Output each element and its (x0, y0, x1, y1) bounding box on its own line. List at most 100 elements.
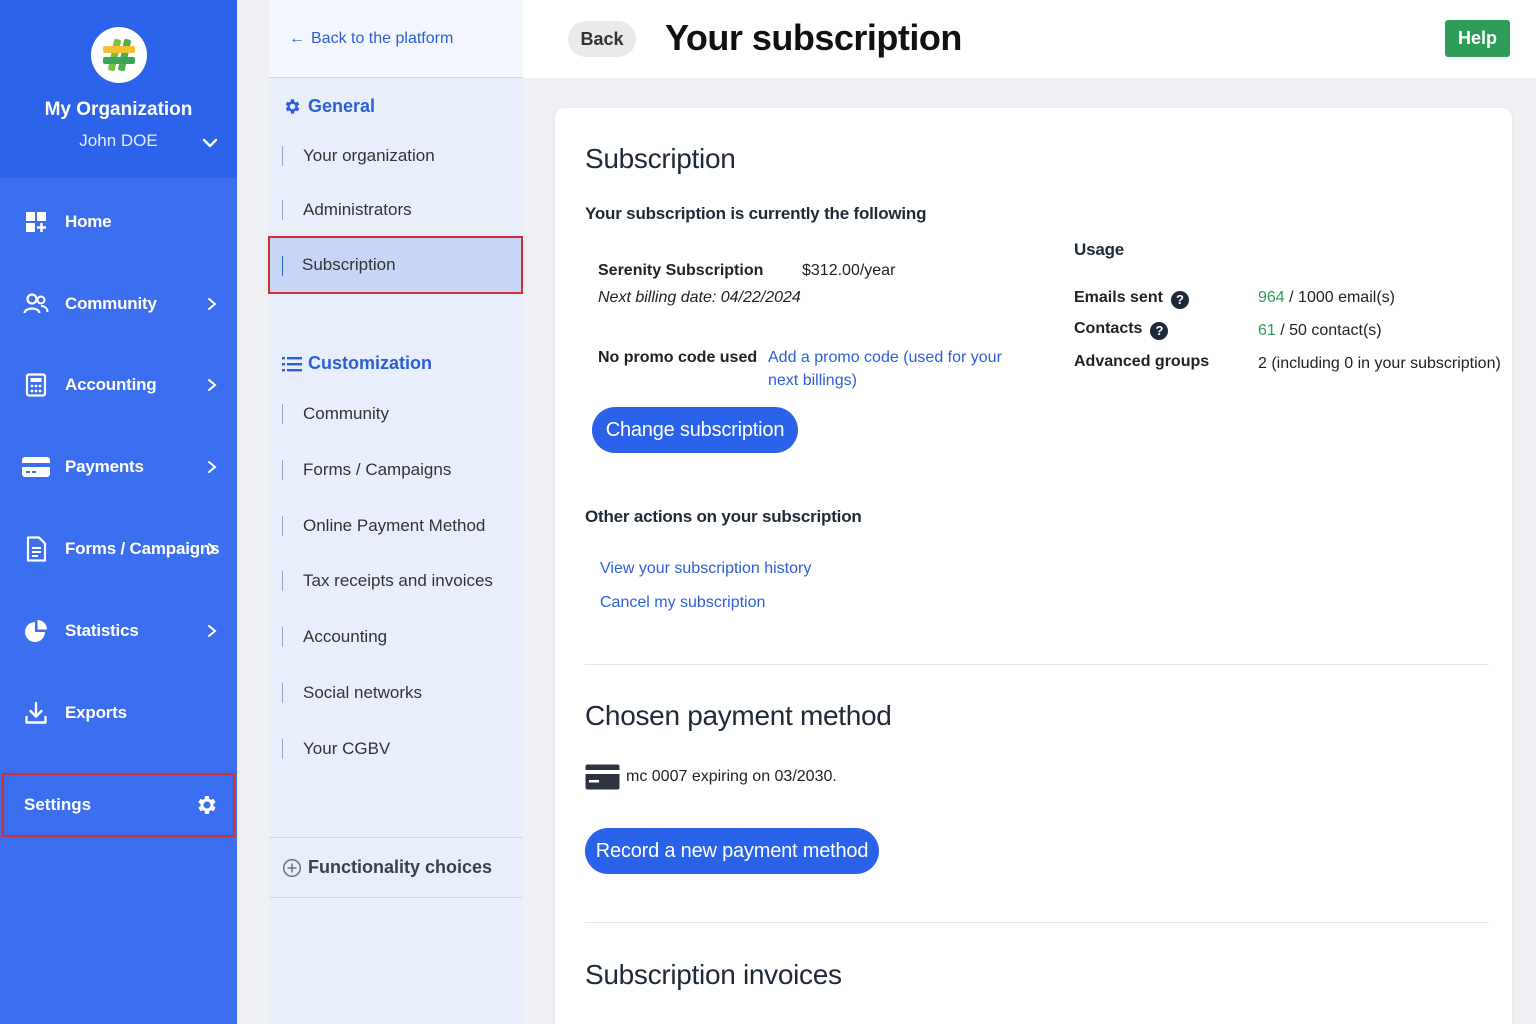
nav-statistics-label: Statistics (65, 621, 139, 640)
advanced-groups-label: Advanced groups (1074, 353, 1210, 370)
advanced-groups-value: 2 (including 0 in your subscription) (1258, 355, 1501, 372)
organization-name: My Organization (44, 99, 193, 120)
subnav-label: Tax receipts and invoices (303, 571, 493, 590)
subnav-indent-bar (282, 739, 283, 759)
organization-header[interactable]: My Organization John DOE (0, 0, 237, 178)
contacts-label: Contacts? (1074, 320, 1169, 340)
cancel-subscription-link[interactable]: Cancel my subscription (600, 591, 765, 614)
nav-home[interactable]: Home (0, 197, 237, 247)
nav-exports-label: Exports (65, 703, 127, 722)
subnav-indent-bar (282, 256, 283, 276)
arrow-left-icon: ← (289, 29, 305, 47)
other-actions-title: Other actions on your subscription (585, 507, 862, 526)
page-title: Your subscription (665, 17, 962, 58)
subnav-your-organization[interactable]: Your organization (269, 136, 523, 176)
nav-community[interactable]: Community (0, 279, 237, 329)
promo-status: No promo code used (598, 349, 758, 366)
section-divider (585, 664, 1489, 665)
subnav-label: Online Payment Method (303, 516, 486, 535)
plan-price: $312.00/year (802, 262, 896, 279)
subnav-label: Administrators (303, 200, 412, 219)
chevron-right-icon (208, 543, 217, 555)
subscription-history-link[interactable]: View your subscription history (600, 557, 811, 580)
nav-community-label: Community (65, 294, 157, 313)
subnav-indent-bar (282, 460, 283, 480)
nav-accounting-label: Accounting (65, 375, 157, 394)
subscription-card: Subscription Your subscription is curren… (555, 108, 1512, 1024)
organization-logo (90, 27, 147, 83)
change-subscription-button[interactable]: Change subscription (592, 407, 798, 453)
record-payment-method-button[interactable]: Record a new payment method (585, 828, 879, 874)
page-header: Back Your subscription Help (523, 0, 1536, 78)
nav-settings[interactable]: Settings (2, 773, 235, 837)
section-customization-title: Customization (282, 353, 432, 374)
contacts-limit: / 50 contact(s) (1275, 322, 1382, 339)
subnav-online-payment-method[interactable]: Online Payment Method (269, 506, 523, 546)
chevron-right-icon (208, 298, 217, 310)
gear-icon (282, 97, 302, 117)
subnav-label: Forms / Campaigns (303, 460, 452, 479)
nav-payments[interactable]: Payments (0, 442, 237, 492)
emails-sent-text: Emails sent (1074, 289, 1163, 306)
subnav-subscription[interactable]: Subscription (268, 236, 523, 294)
nav-home-label: Home (65, 212, 112, 231)
subnav-indent-bar (282, 404, 283, 424)
subscription-intro: Your subscription is currently the follo… (585, 204, 927, 223)
nav-statistics[interactable]: Statistics (0, 606, 237, 656)
subnav-label: Your CGBV (303, 739, 391, 758)
nav-payments-label: Payments (65, 457, 144, 476)
chevron-right-icon (208, 625, 217, 637)
help-circle-icon[interactable]: ? (1150, 321, 1169, 340)
back-to-platform-link[interactable]: ← Back to the platform (269, 0, 523, 78)
plus-circle-icon (282, 858, 302, 877)
chevron-right-icon (208, 379, 217, 391)
help-button[interactable]: Help (1445, 20, 1510, 57)
chevron-down-icon[interactable] (201, 134, 219, 152)
help-circle-icon[interactable]: ? (1170, 290, 1189, 309)
subnav-label: Subscription (302, 255, 396, 274)
subnav-tax-receipts[interactable]: Tax receipts and invoices (269, 561, 523, 601)
subnav-your-cgbv[interactable]: Your CGBV (269, 729, 523, 769)
settings-subnav: ← Back to the platform General Your orga… (268, 0, 523, 1024)
nav-forms-campaigns-label: Forms / Campaigns (65, 539, 220, 558)
chevron-right-icon (208, 461, 217, 473)
plan-name: Serenity Subscription (598, 262, 764, 279)
subnav-social-networks[interactable]: Social networks (269, 673, 523, 713)
emails-sent-label: Emails sent? (1074, 289, 1189, 309)
subnav-forms-campaigns[interactable]: Forms / Campaigns (269, 450, 523, 490)
document-icon (23, 536, 49, 562)
subnav-label: Accounting (303, 627, 388, 646)
subnav-accounting[interactable]: Accounting (269, 617, 523, 657)
nav-settings-label: Settings (24, 795, 92, 814)
section-general-label: General (308, 96, 376, 116)
subnav-indent-bar (282, 146, 283, 166)
add-promo-code-link[interactable]: Add a promo code (used for your next bil… (768, 346, 1028, 392)
credit-card-icon (585, 764, 620, 790)
section-divider (585, 922, 1489, 923)
nav-accounting[interactable]: Accounting (0, 360, 237, 410)
functionality-choices-toggle[interactable]: Functionality choices (269, 837, 523, 898)
download-icon (23, 700, 49, 726)
back-button[interactable]: Back (568, 21, 636, 57)
primary-sidebar: My Organization John DOE Home Community … (0, 0, 237, 1024)
subnav-administrators[interactable]: Administrators (269, 190, 523, 230)
pie-chart-icon (23, 618, 49, 644)
subnav-label: Community (303, 404, 389, 423)
subscription-heading: Subscription (585, 143, 736, 174)
section-general-title: General (282, 96, 375, 117)
emails-sent-value: 964 / 1000 email(s) (1258, 289, 1395, 307)
contacts-value: 61 / 50 contact(s) (1258, 322, 1382, 340)
calculator-icon (23, 372, 49, 398)
back-to-platform-label: Back to the platform (311, 29, 454, 47)
next-billing-date: Next billing date: 04/22/2024 (598, 289, 801, 306)
home-grid-icon (23, 209, 49, 235)
subnav-community[interactable]: Community (269, 394, 523, 434)
usage-title: Usage (1074, 240, 1125, 259)
payment-method-heading: Chosen payment method (585, 700, 892, 731)
users-icon (23, 291, 49, 317)
functionality-choices-label: Functionality choices (308, 857, 493, 877)
payment-card-text: mc 0007 expiring on 03/2030. (626, 768, 837, 785)
section-customization-label: Customization (308, 353, 432, 373)
nav-forms-campaigns[interactable]: Forms / Campaigns (0, 524, 237, 574)
nav-exports[interactable]: Exports (0, 688, 237, 738)
